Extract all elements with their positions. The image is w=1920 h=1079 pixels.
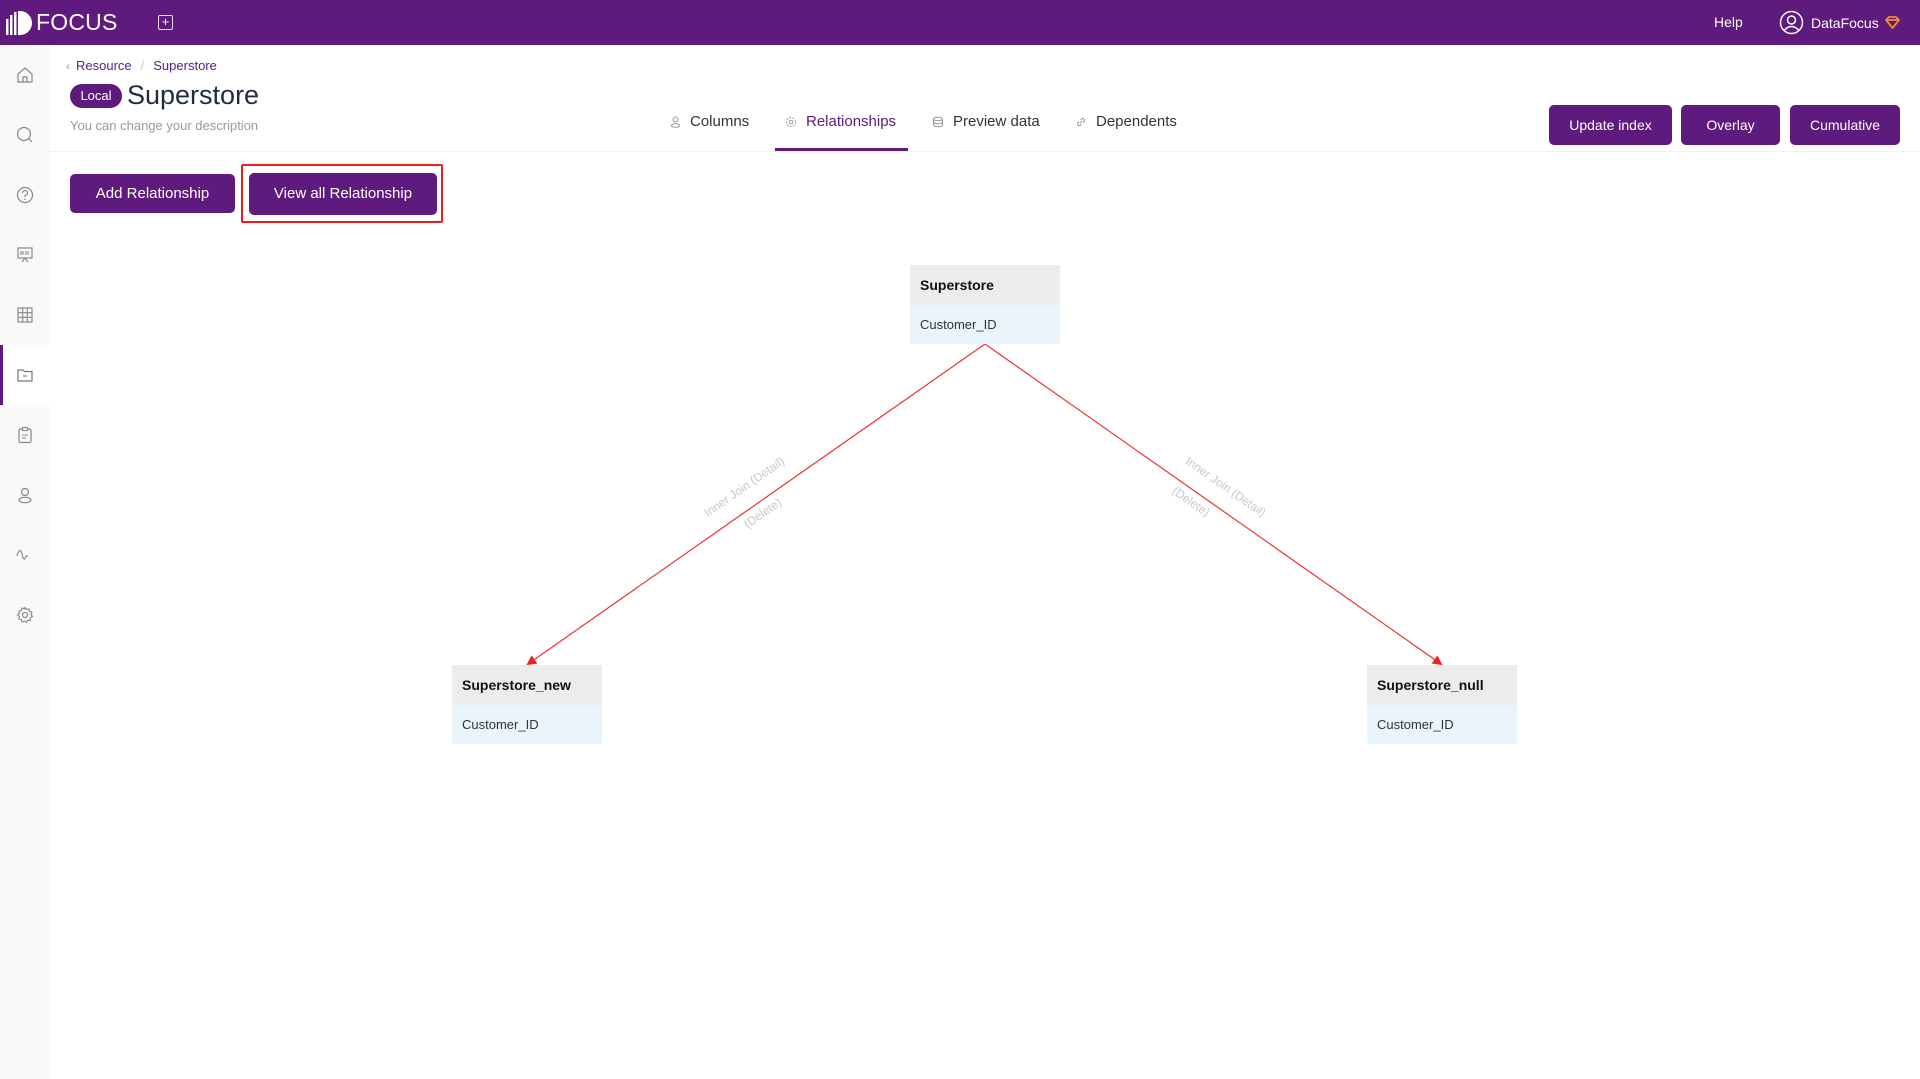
- table-node-superstore-null[interactable]: Superstore_null Customer_ID: [1367, 665, 1517, 744]
- table-node-superstore[interactable]: Superstore Customer_ID: [910, 265, 1060, 344]
- sidebar-item-resources[interactable]: [0, 345, 50, 405]
- home-icon: [17, 67, 33, 83]
- top-navigation-bar: FOCUS + Help DataFocus: [0, 0, 1920, 45]
- user-icon: [671, 116, 680, 128]
- presentation-icon: [17, 247, 33, 263]
- user-menu[interactable]: DataFocus: [1779, 10, 1900, 35]
- pulse-icon: [16, 549, 28, 560]
- breadcrumb-superstore[interactable]: Superstore: [153, 58, 217, 73]
- relationship-edge[interactable]: [984, 343, 1443, 666]
- table-node-column[interactable]: Customer_ID: [910, 305, 1060, 344]
- page-description[interactable]: You can change your description: [70, 118, 258, 133]
- sidebar-item-users[interactable]: [0, 465, 50, 525]
- header-divider: [50, 151, 1920, 152]
- sidebar-item-home[interactable]: [0, 45, 50, 105]
- brand-name: FOCUS: [36, 9, 118, 35]
- sidebar-item-monitor[interactable]: [0, 525, 50, 585]
- edge-delete-link[interactable]: (Delete): [1169, 484, 1212, 520]
- source-type-badge: Local: [70, 84, 122, 108]
- gear-icon: [16, 606, 34, 624]
- update-index-button[interactable]: Update index: [1549, 105, 1672, 145]
- folder-icon: [17, 369, 33, 382]
- tab-label: Preview data: [953, 113, 1040, 130]
- gear-icon: [786, 117, 796, 127]
- sidebar-item-tasks[interactable]: [0, 405, 50, 465]
- add-relationship-button[interactable]: Add Relationship: [70, 174, 235, 213]
- edge-delete-link[interactable]: (Delete): [741, 495, 784, 531]
- breadcrumb: ‹ Resource / Superstore: [66, 58, 217, 73]
- link-icon: [1076, 117, 1086, 127]
- chevron-left-icon[interactable]: ‹: [66, 59, 70, 73]
- table-grid-icon: [17, 307, 33, 323]
- overlay-button[interactable]: Overlay: [1681, 105, 1780, 145]
- sidebar: [0, 45, 50, 1079]
- user-circle-icon: [1779, 10, 1804, 35]
- table-node-title: Superstore_new: [452, 665, 602, 705]
- tab-label: Dependents: [1096, 113, 1177, 130]
- table-node-column[interactable]: Customer_ID: [452, 705, 602, 744]
- help-circle-icon: [16, 186, 34, 204]
- tab-dependents[interactable]: Dependents: [1075, 113, 1177, 151]
- user-icon: [18, 487, 32, 504]
- tab-columns[interactable]: Columns: [670, 113, 749, 151]
- cumulative-button[interactable]: Cumulative: [1790, 105, 1900, 145]
- tab-relationships[interactable]: Relationships: [785, 113, 896, 151]
- tab-label: Columns: [690, 113, 750, 130]
- page-title: Superstore: [127, 80, 260, 110]
- focus-logo[interactable]: FOCUS: [6, 9, 118, 36]
- help-link[interactable]: Help: [1714, 14, 1743, 30]
- relationship-edge[interactable]: [526, 343, 986, 666]
- relationship-diagram: Inner Join (Detail) (Delete) Inner Join …: [526, 343, 1443, 666]
- sidebar-item-help[interactable]: [0, 165, 50, 225]
- plus-square-icon[interactable]: +: [158, 15, 173, 30]
- diamond-icon: [1884, 16, 1900, 29]
- breadcrumb-resource[interactable]: Resource: [76, 58, 132, 73]
- clipboard-icon: [18, 426, 32, 444]
- user-name: DataFocus: [1811, 14, 1879, 31]
- tab-label: Relationships: [806, 113, 897, 130]
- breadcrumb-separator: /: [140, 58, 145, 73]
- logo-mark-icon: [6, 10, 32, 35]
- sidebar-item-search[interactable]: [0, 105, 50, 165]
- sidebar-item-presentation[interactable]: [0, 225, 50, 285]
- sidebar-item-tables[interactable]: [0, 285, 50, 345]
- highlight-annotation-box: [241, 164, 443, 223]
- table-node-title: Superstore: [910, 265, 1060, 305]
- search-icon: [16, 126, 33, 143]
- table-node-superstore-new[interactable]: Superstore_new Customer_ID: [452, 665, 602, 744]
- tab-preview-data[interactable]: Preview data: [932, 113, 1040, 151]
- table-node-column[interactable]: Customer_ID: [1367, 705, 1517, 744]
- table-node-title: Superstore_null: [1367, 665, 1517, 705]
- database-icon: [933, 116, 943, 128]
- sidebar-item-settings[interactable]: [0, 585, 50, 645]
